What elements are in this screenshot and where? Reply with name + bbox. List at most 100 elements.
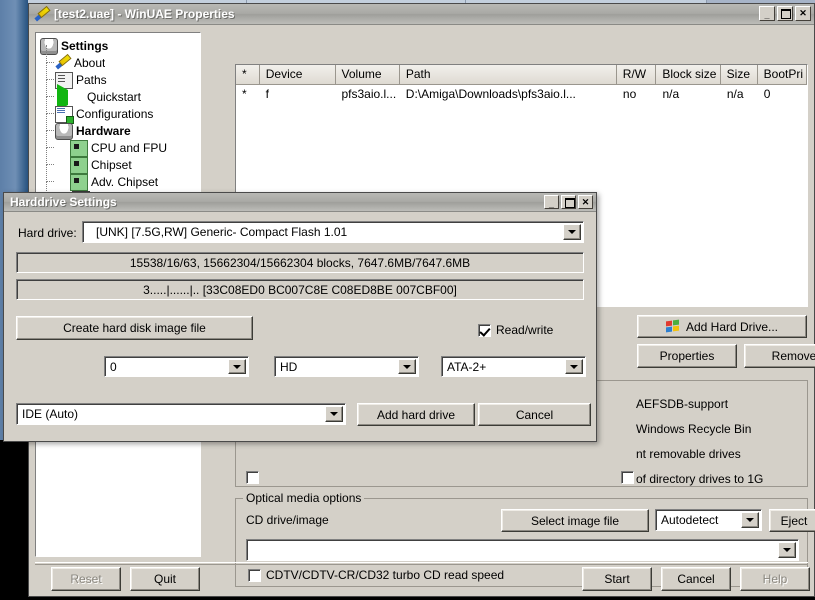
tree-item-cpu-and-fpu[interactable]: CPU and FPU bbox=[40, 139, 200, 156]
chevron-down-icon[interactable] bbox=[741, 512, 759, 528]
geometry-info-bar: 15538/16/63, 15662304/15662304 blocks, 7… bbox=[16, 252, 584, 273]
maximize-button[interactable] bbox=[777, 6, 793, 21]
start-button[interactable]: Start bbox=[582, 567, 652, 591]
table-row[interactable]: *fpfs3aio.l...D:\Amiga\Downloads\pfs3aio… bbox=[236, 85, 807, 103]
option-label-removable-drives: nt removable drives bbox=[636, 447, 741, 461]
disk-icon bbox=[40, 38, 58, 55]
footer-bar: Reset Quit Start Cancel Help bbox=[29, 562, 814, 596]
table-cell-bootpri: 0 bbox=[758, 87, 807, 101]
chevron-down-icon[interactable] bbox=[228, 359, 246, 374]
dialog-cancel-label: Cancel bbox=[516, 408, 553, 422]
eject-button[interactable]: Eject bbox=[769, 509, 815, 532]
checkbox-box bbox=[621, 471, 634, 484]
hard-drive-label: Hard drive: bbox=[18, 226, 77, 240]
tree-item-adv-chipset[interactable]: Adv. Chipset bbox=[40, 173, 200, 190]
dialog-maximize-button[interactable] bbox=[561, 195, 576, 209]
tree-item-label: Quickstart bbox=[87, 90, 141, 104]
cd-image-path-dropdown[interactable] bbox=[246, 539, 799, 561]
tree-item-chipset[interactable]: Chipset bbox=[40, 156, 200, 173]
tree-item-label: Adv. Chipset bbox=[91, 175, 158, 189]
optical-media-options-title: Optical media options bbox=[243, 491, 364, 505]
controller-mode-value: ATA-2+ bbox=[447, 360, 486, 374]
main-titlebar[interactable]: [test2.uae] - WinUAE Properties _ ✕ bbox=[29, 4, 814, 25]
maximize-icon bbox=[781, 9, 791, 19]
tree-item-hardware[interactable]: Hardware bbox=[40, 122, 200, 139]
option-label-directory-limit: of directory drives to 1G bbox=[636, 472, 763, 486]
tree-item-about[interactable]: About bbox=[40, 54, 200, 71]
chevron-down-icon[interactable] bbox=[398, 359, 416, 374]
table-cell-block_size: n/a bbox=[657, 87, 721, 101]
quit-button[interactable]: Quit bbox=[130, 567, 200, 591]
column-header[interactable]: Device bbox=[260, 65, 336, 84]
tree-item-quickstart[interactable]: Quickstart bbox=[40, 88, 200, 105]
dialog-add-hard-drive-button[interactable]: Add hard drive bbox=[357, 403, 475, 426]
tree-item-configurations[interactable]: Configurations bbox=[40, 105, 200, 122]
chevron-down-icon[interactable] bbox=[563, 224, 581, 240]
remove-button[interactable]: Remove bbox=[744, 344, 815, 368]
tree-indent bbox=[40, 122, 55, 139]
chip-icon bbox=[70, 140, 88, 157]
column-header[interactable]: R/W bbox=[617, 65, 657, 84]
dialog-cancel-button[interactable]: Cancel bbox=[478, 403, 591, 426]
remove-label: Remove bbox=[772, 349, 815, 363]
geometry-info-text: 15538/16/63, 15662304/15662304 blocks, 7… bbox=[130, 256, 470, 270]
minimize-icon: _ bbox=[545, 200, 558, 209]
main-window-title: [test2.uae] - WinUAE Properties bbox=[54, 7, 235, 21]
dialog-close-button[interactable]: ✕ bbox=[578, 195, 593, 209]
hard-drive-list-header: *DeviceVolumePathR/WBlock sizeSizeBootPr… bbox=[236, 65, 807, 85]
chevron-down-icon[interactable] bbox=[325, 406, 343, 422]
column-header[interactable]: BootPri bbox=[758, 65, 807, 84]
properties-button[interactable]: Properties bbox=[637, 344, 737, 368]
quit-label: Quit bbox=[154, 572, 176, 586]
controller-dropdown[interactable]: IDE (Auto) bbox=[16, 403, 346, 425]
hard-drive-list-body: *fpfs3aio.l...D:\Amiga\Downloads\pfs3aio… bbox=[236, 85, 807, 103]
column-header[interactable]: Block size bbox=[656, 65, 720, 84]
option-checkbox-right-lower[interactable] bbox=[621, 471, 639, 484]
controller-mode-dropdown[interactable]: ATA-2+ bbox=[441, 356, 586, 377]
close-icon: ✕ bbox=[579, 195, 592, 210]
help-button[interactable]: Help bbox=[740, 567, 810, 591]
tree-indent bbox=[40, 105, 55, 122]
harddrive-settings-dialog: Harddrive Settings _ ✕ Hard drive: [UNK]… bbox=[3, 192, 597, 442]
chip-icon bbox=[70, 157, 88, 174]
dialog-add-hard-drive-label: Add hard drive bbox=[377, 408, 455, 422]
dialog-minimize-button[interactable]: _ bbox=[544, 195, 559, 209]
column-header[interactable]: * bbox=[236, 65, 260, 84]
footer-divider bbox=[35, 562, 808, 565]
create-hard-disk-image-button[interactable]: Create hard disk image file bbox=[16, 316, 253, 340]
create-hard-disk-image-label: Create hard disk image file bbox=[63, 321, 206, 335]
select-image-file-label: Select image file bbox=[531, 514, 619, 528]
table-cell-path: D:\Amiga\Downloads\pfs3aio.l... bbox=[400, 87, 617, 101]
pencil-icon bbox=[34, 7, 50, 21]
start-label: Start bbox=[604, 572, 629, 586]
cancel-label: Cancel bbox=[677, 572, 714, 586]
column-header[interactable]: Size bbox=[721, 65, 758, 84]
cancel-button[interactable]: Cancel bbox=[661, 567, 731, 591]
tree-indent bbox=[40, 173, 70, 190]
add-hard-drive-button[interactable]: Add Hard Drive... bbox=[637, 315, 807, 338]
tree-item-label: Chipset bbox=[91, 158, 132, 172]
boot-priority-dropdown[interactable]: 0 bbox=[104, 356, 249, 377]
reset-label: Reset bbox=[70, 572, 101, 586]
dialog-titlebar[interactable]: Harddrive Settings _ ✕ bbox=[4, 193, 596, 212]
optical-mode-dropdown[interactable]: Autodetect bbox=[655, 509, 762, 531]
device-type-dropdown[interactable]: HD bbox=[274, 356, 419, 377]
option-checkbox-left-lower[interactable] bbox=[246, 471, 264, 484]
tree-indent bbox=[40, 54, 55, 71]
column-header[interactable]: Path bbox=[400, 65, 617, 84]
tree-indent bbox=[40, 88, 55, 105]
minimize-button[interactable]: _ bbox=[759, 6, 775, 21]
column-header[interactable]: Volume bbox=[336, 65, 400, 84]
minimize-icon: _ bbox=[760, 11, 774, 20]
chevron-down-icon[interactable] bbox=[778, 542, 796, 558]
hard-drive-value: [UNK] [7.5G,RW] Generic- Compact Flash 1… bbox=[88, 225, 347, 239]
reset-button[interactable]: Reset bbox=[51, 567, 121, 591]
device-type-value: HD bbox=[280, 360, 297, 374]
hard-drive-dropdown[interactable]: [UNK] [7.5G,RW] Generic- Compact Flash 1… bbox=[82, 221, 584, 243]
read-write-checkbox[interactable]: Read/write bbox=[478, 323, 553, 337]
select-image-file-button[interactable]: Select image file bbox=[501, 509, 649, 532]
close-button[interactable]: ✕ bbox=[795, 6, 811, 21]
tree-item-settings[interactable]: Settings bbox=[40, 37, 200, 54]
option-label-aefsdb: AEFSDB-support bbox=[636, 397, 728, 411]
chevron-down-icon[interactable] bbox=[565, 359, 583, 374]
